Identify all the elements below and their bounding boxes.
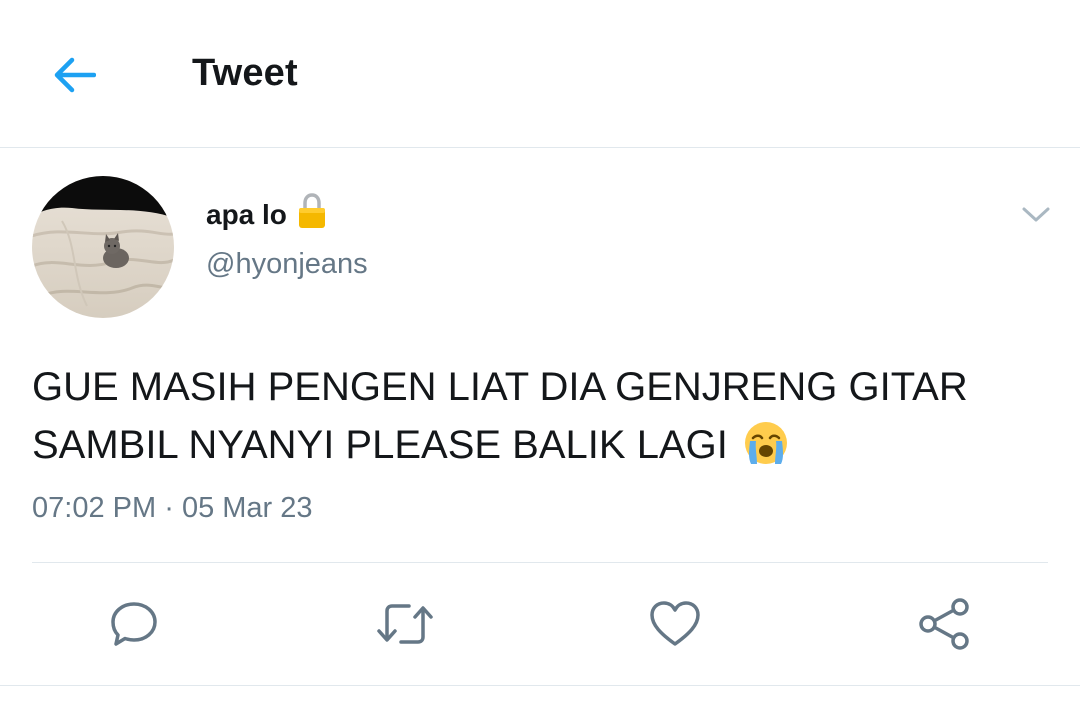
avatar[interactable] xyxy=(32,176,174,318)
tweet-text-line-2: SAMBIL NYANYI PLEASE BALIK LAGI xyxy=(32,416,1052,482)
divider xyxy=(32,562,1048,563)
bottom-divider xyxy=(0,685,1080,686)
tweet-text: GUE MASIH PENGEN LIAT DIA GENJRENG GITAR… xyxy=(32,358,1052,482)
chevron-down-icon xyxy=(1022,207,1050,222)
reply-button[interactable] xyxy=(104,596,164,652)
cat-on-bed-avatar xyxy=(32,176,174,318)
top-bar: Tweet xyxy=(0,0,1080,148)
tweet-text-line-2-text: SAMBIL NYANYI PLEASE BALIK LAGI xyxy=(32,423,728,467)
like-button[interactable] xyxy=(645,596,705,652)
back-button[interactable] xyxy=(44,48,104,102)
share-icon xyxy=(919,598,969,650)
user-display-name[interactable]: apa lo xyxy=(206,192,327,237)
comment-icon xyxy=(111,602,157,646)
user-handle[interactable]: @hyonjeans xyxy=(206,248,368,281)
lock-icon xyxy=(297,192,327,237)
timestamp-separator: · xyxy=(164,492,174,524)
loudly-crying-face-emoji xyxy=(743,420,789,482)
tweet-date: 05 Mar 23 xyxy=(181,492,313,524)
tweet-timestamp: 07:02 PM · 05 Mar 23 xyxy=(32,492,313,525)
tweet-time: 07:02 PM xyxy=(32,492,157,524)
tweet-menu-button[interactable] xyxy=(1016,198,1056,232)
tweet-text-line-1: GUE MASIH PENGEN LIAT DIA GENJRENG GITAR xyxy=(32,365,968,409)
heart-icon xyxy=(650,601,700,646)
display-name-text: apa lo xyxy=(206,198,287,230)
retweet-button[interactable] xyxy=(375,596,435,652)
page-title: Tweet xyxy=(192,52,298,94)
share-button[interactable] xyxy=(914,596,974,652)
retweet-icon xyxy=(377,604,433,644)
arrow-left-icon xyxy=(54,57,96,93)
